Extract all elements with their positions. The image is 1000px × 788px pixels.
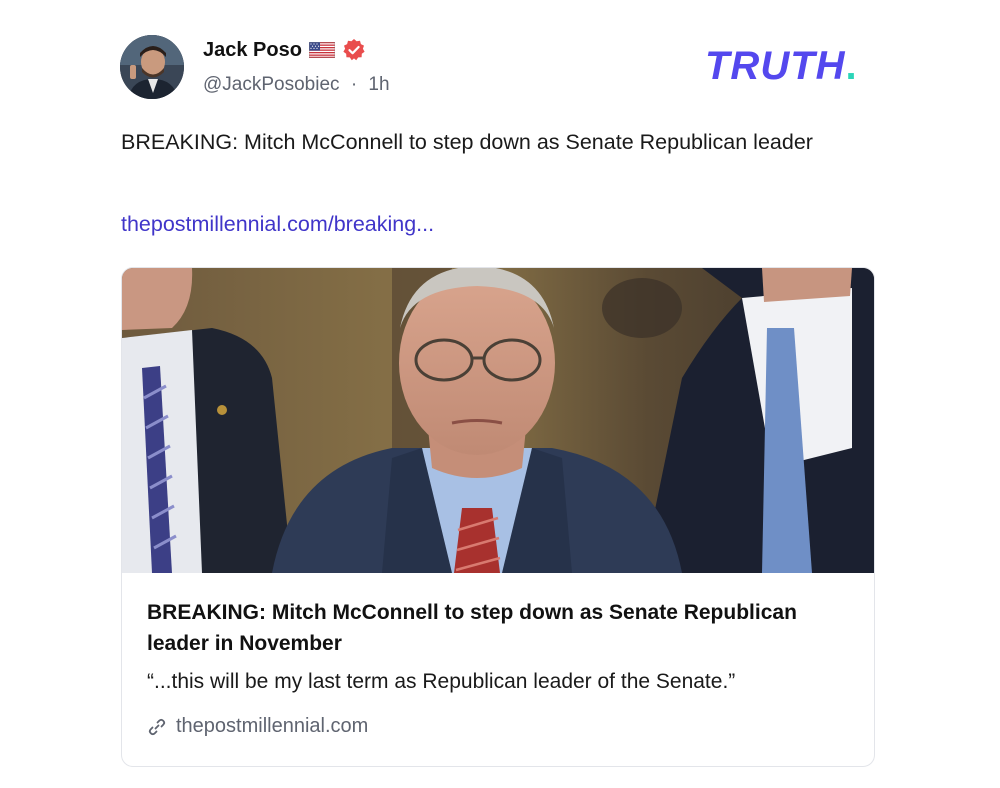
truth-logo: TRUTH. (705, 44, 858, 89)
us-flag-icon (308, 41, 336, 59)
post-text: BREAKING: Mitch McConnell to step down a… (121, 130, 813, 154)
link-preview-card[interactable]: BREAKING: Mitch McConnell to step down a… (121, 267, 875, 767)
link-card-domain-row[interactable]: thepostmillennial.com (147, 715, 368, 738)
post-timestamp[interactable]: 1h (368, 74, 389, 95)
link-card-description: “...this will be my last term as Republi… (147, 670, 736, 693)
author-name-row: Jack Poso (203, 38, 366, 62)
logo-dot: . (845, 44, 858, 88)
author-avatar[interactable] (120, 35, 184, 99)
verified-badge-icon (342, 38, 366, 62)
post-link[interactable]: thepostmillennial.com/breaking... (121, 212, 434, 237)
link-icon (147, 717, 167, 737)
author-display-name[interactable]: Jack Poso (203, 39, 302, 62)
link-card-title[interactable]: BREAKING: Mitch McConnell to step down a… (147, 597, 807, 659)
logo-text: TRUTH (705, 44, 846, 88)
link-preview-image (122, 268, 874, 573)
author-handle[interactable]: @JackPosobiec (203, 74, 340, 95)
link-card-domain: thepostmillennial.com (176, 715, 369, 737)
meta-separator: · (350, 74, 358, 95)
author-handle-row: @JackPosobiec · 1h (203, 74, 390, 96)
